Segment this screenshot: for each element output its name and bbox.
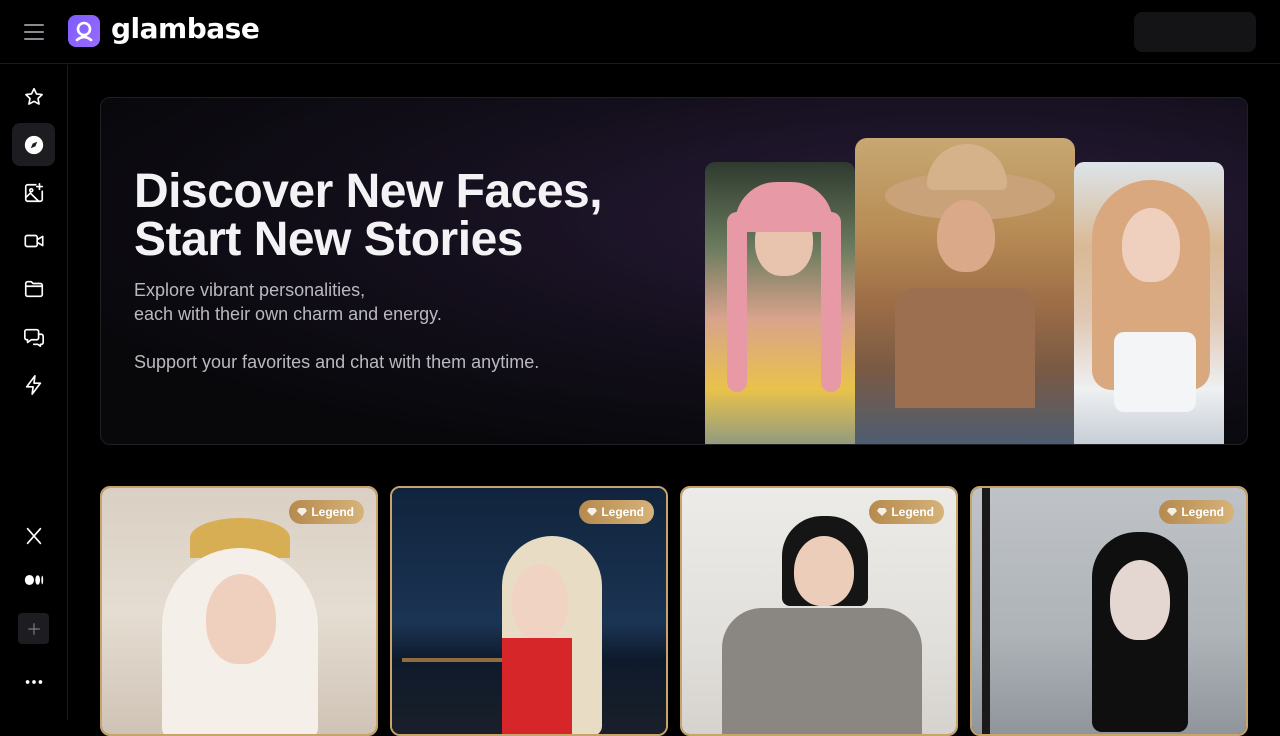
compass-icon: [24, 135, 43, 154]
sidebar-item-boost[interactable]: [12, 363, 55, 406]
hero-subtitle-line-2: each with their own charm and energy.: [134, 304, 442, 324]
badge-label: Legend: [1181, 505, 1224, 519]
model-card-photo: [392, 488, 666, 734]
legend-badge: Legend: [289, 500, 364, 524]
star-icon: [24, 87, 43, 105]
badge-label: Legend: [601, 505, 644, 519]
model-card-photo: [972, 488, 1246, 734]
gem-icon: [587, 508, 598, 516]
model-card[interactable]: Legend: [680, 486, 958, 736]
more-icon: [25, 679, 42, 684]
video-icon: [23, 234, 44, 247]
badge-label: Legend: [891, 505, 934, 519]
legend-badge: Legend: [869, 500, 944, 524]
model-card-photo: [102, 488, 376, 734]
sidebar-item-chat[interactable]: [12, 315, 55, 358]
sidebar-item-discover[interactable]: [12, 123, 55, 166]
badge-label: Legend: [311, 505, 354, 519]
legend-badge: Legend: [1159, 500, 1234, 524]
gem-icon: [1167, 508, 1178, 516]
x-icon: [26, 527, 41, 544]
chat-icon: [23, 328, 44, 347]
top-bar: glambase: [0, 0, 1280, 64]
sidebar-item-folder[interactable]: [12, 267, 55, 310]
gem-icon: [297, 508, 308, 516]
menu-icon[interactable]: [18, 18, 50, 46]
add-button[interactable]: [18, 613, 49, 644]
hero-subtitle: Explore vibrant personalities, each with…: [134, 278, 442, 326]
image-plus-icon: [24, 182, 43, 202]
sidebar-item-generate-image[interactable]: [12, 171, 55, 214]
hero-support-text: Support your favorites and chat with the…: [134, 352, 540, 372]
medium-social-link[interactable]: [12, 558, 55, 601]
model-card[interactable]: Legend: [970, 486, 1248, 736]
logo-icon[interactable]: [68, 15, 100, 47]
model-card[interactable]: Legend: [390, 486, 668, 736]
model-card-photo: [682, 488, 956, 734]
account-button[interactable]: [1134, 12, 1256, 52]
hero-title-line-2: Start New Stories: [134, 213, 523, 266]
lightning-icon: [25, 374, 41, 395]
hero-banner: Discover New Faces, Start New Stories Ex…: [100, 97, 1248, 445]
sidebar-item-favorites[interactable]: [12, 75, 55, 118]
more-button[interactable]: [12, 660, 55, 703]
x-social-link[interactable]: [12, 514, 55, 557]
hero-subtitle-line-1: Explore vibrant personalities,: [134, 280, 366, 300]
hero-model-image-right: [1074, 162, 1224, 444]
plus-icon: [27, 622, 40, 635]
hero-title-line-1: Discover New Faces,: [134, 165, 603, 218]
model-card-grid: Legend Legend Legend Legend: [100, 486, 1248, 736]
sidebar: [0, 65, 68, 720]
sidebar-item-video[interactable]: [12, 219, 55, 262]
model-card[interactable]: Legend: [100, 486, 378, 736]
folder-icon: [24, 280, 43, 297]
gem-icon: [877, 508, 888, 516]
hero-title: Discover New Faces, Start New Stories: [134, 168, 694, 264]
hero-model-image-center: [855, 138, 1075, 444]
hero-model-image-left: [705, 162, 855, 444]
brand-name[interactable]: glambase: [111, 12, 260, 45]
legend-badge: Legend: [579, 500, 654, 524]
medium-icon: [24, 574, 43, 585]
